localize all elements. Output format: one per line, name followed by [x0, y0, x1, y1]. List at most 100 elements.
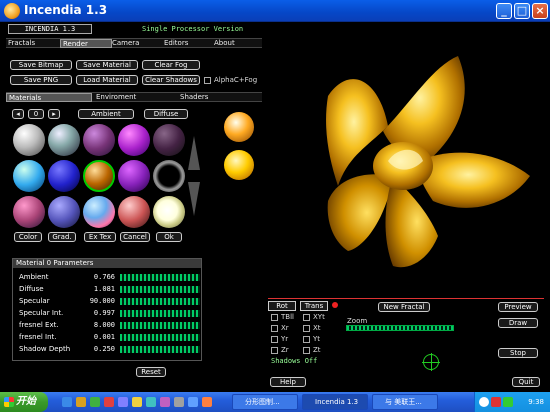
quicklaunch-star-icon[interactable]	[132, 397, 142, 407]
cancel-button[interactable]: Cancel	[120, 232, 150, 242]
reset-button[interactable]: Reset	[136, 367, 166, 377]
trans-checkbox[interactable]	[303, 336, 310, 343]
material-swatch[interactable]	[13, 160, 45, 192]
rot-label: Zr	[281, 346, 289, 354]
trans-checkbox[interactable]	[303, 347, 310, 354]
material-swatch[interactable]	[153, 196, 185, 228]
quicklaunch-app-icon[interactable]	[90, 397, 100, 407]
preview-button[interactable]: Preview	[498, 302, 538, 312]
window-title: Incendia 1.3	[24, 3, 108, 17]
grad-button[interactable]: Grad.	[48, 232, 76, 242]
prev-material-button[interactable]: ◂	[12, 109, 24, 119]
tab-rot[interactable]: Rot	[268, 301, 296, 311]
tab-trans[interactable]: Trans	[300, 301, 328, 311]
tab-camera[interactable]: Camera	[110, 39, 160, 48]
clear-fog-button[interactable]: Clear Fog	[142, 60, 200, 70]
quicklaunch-app-icon[interactable]	[188, 397, 198, 407]
draw-button[interactable]: Draw	[498, 318, 538, 328]
alpha-fog-label: AlphaC+Fog	[214, 76, 258, 84]
rot-checkbox[interactable]	[271, 325, 278, 332]
diffuse-button[interactable]: Diffuse	[144, 109, 188, 119]
help-button[interactable]: Help	[270, 377, 306, 387]
material-swatch[interactable]	[83, 124, 115, 156]
param-slider[interactable]	[120, 298, 200, 305]
save-bitmap-button[interactable]: Save Bitmap	[10, 60, 72, 70]
material-scrollbar[interactable]	[187, 122, 201, 226]
param-slider[interactable]	[120, 346, 200, 353]
param-value: 0.250	[93, 345, 115, 353]
tab-materials[interactable]: Materials	[6, 93, 92, 102]
param-name: fresnel Ext.	[19, 321, 59, 329]
save-png-button[interactable]: Save PNG	[10, 75, 72, 85]
tab-shaders[interactable]: Shaders	[178, 93, 262, 102]
quicklaunch-app-icon[interactable]	[118, 397, 128, 407]
clear-shadows-button[interactable]: Clear Shadows	[142, 75, 200, 85]
render-viewport[interactable]	[268, 36, 544, 298]
zoom-slider[interactable]	[346, 325, 454, 331]
next-material-button[interactable]: ▸	[48, 109, 60, 119]
material-swatch-selected[interactable]	[83, 160, 115, 192]
ambient-button[interactable]: Ambient	[78, 109, 134, 119]
taskbar-item-active[interactable]: Incendia 1.3	[302, 394, 368, 410]
ok-button[interactable]: Ok	[156, 232, 182, 242]
quicklaunch-app-icon[interactable]	[146, 397, 156, 407]
quicklaunch-ie-icon[interactable]	[62, 397, 72, 407]
trans-checkbox[interactable]	[303, 325, 310, 332]
quicklaunch-app-icon[interactable]	[104, 397, 114, 407]
trans-checkbox[interactable]	[303, 314, 310, 321]
material-swatch[interactable]	[118, 124, 150, 156]
material-swatch[interactable]	[118, 196, 150, 228]
param-slider[interactable]	[120, 334, 200, 341]
stop-button[interactable]: Stop	[498, 348, 538, 358]
param-value: 8.000	[93, 321, 115, 329]
tab-editors[interactable]: Editors	[162, 39, 212, 48]
material-swatch[interactable]	[13, 196, 45, 228]
param-slider[interactable]	[120, 274, 200, 281]
tray-icon[interactable]	[479, 397, 489, 407]
param-slider[interactable]	[120, 322, 200, 329]
save-material-button[interactable]: Save Material	[76, 60, 138, 70]
quit-button[interactable]: Quit	[512, 377, 540, 387]
quicklaunch-app-icon[interactable]	[174, 397, 184, 407]
quicklaunch-app-icon[interactable]	[160, 397, 170, 407]
load-material-button[interactable]: Load Material	[76, 75, 138, 85]
maximize-button[interactable]: □	[514, 3, 530, 19]
tab-render[interactable]: Render	[60, 39, 112, 48]
tab-about[interactable]: About	[212, 39, 262, 48]
tray-icon[interactable]	[503, 397, 513, 407]
quicklaunch-folder-icon[interactable]	[76, 397, 86, 407]
quicklaunch-app-icon[interactable]	[202, 397, 212, 407]
ex-tex-button[interactable]: Ex Tex	[84, 232, 116, 242]
material-swatch[interactable]	[153, 160, 185, 192]
material-swatch[interactable]	[13, 124, 45, 156]
tab-enviroment[interactable]: Enviroment	[94, 93, 178, 102]
rot-checkbox[interactable]	[271, 336, 278, 343]
material-swatch[interactable]	[48, 160, 80, 192]
taskbar-item[interactable]: 分形图制...	[232, 394, 298, 410]
material-swatch[interactable]	[118, 160, 150, 192]
material-swatch[interactable]	[153, 124, 185, 156]
param-value: 90.000	[89, 297, 115, 305]
close-button[interactable]: ×	[532, 3, 548, 19]
start-label: 开始	[16, 396, 36, 407]
material-swatch[interactable]	[48, 196, 80, 228]
taskbar-item[interactable]: 与 美联王...	[372, 394, 438, 410]
color-button[interactable]: Color	[14, 232, 42, 242]
tray-icon[interactable]	[491, 397, 501, 407]
app-name-box: INCENDIA 1.3	[8, 24, 92, 34]
start-button[interactable]: 开始	[0, 392, 48, 412]
rot-checkbox[interactable]	[271, 347, 278, 354]
clock: 9:38	[528, 398, 544, 406]
alpha-fog-checkbox[interactable]	[204, 77, 211, 84]
param-slider[interactable]	[120, 286, 200, 293]
trans-label: Yt	[313, 335, 321, 343]
new-fractal-button[interactable]: New Fractal	[378, 302, 430, 312]
tab-fractals[interactable]: Fractals	[6, 39, 54, 48]
param-slider[interactable]	[120, 310, 200, 317]
rot-checkbox[interactable]	[271, 314, 278, 321]
crosshair-icon[interactable]	[422, 353, 440, 371]
minimize-button[interactable]: _	[496, 3, 512, 19]
material-swatch[interactable]	[48, 124, 80, 156]
rot-label: TBll	[281, 313, 294, 321]
material-swatch[interactable]	[83, 196, 115, 228]
